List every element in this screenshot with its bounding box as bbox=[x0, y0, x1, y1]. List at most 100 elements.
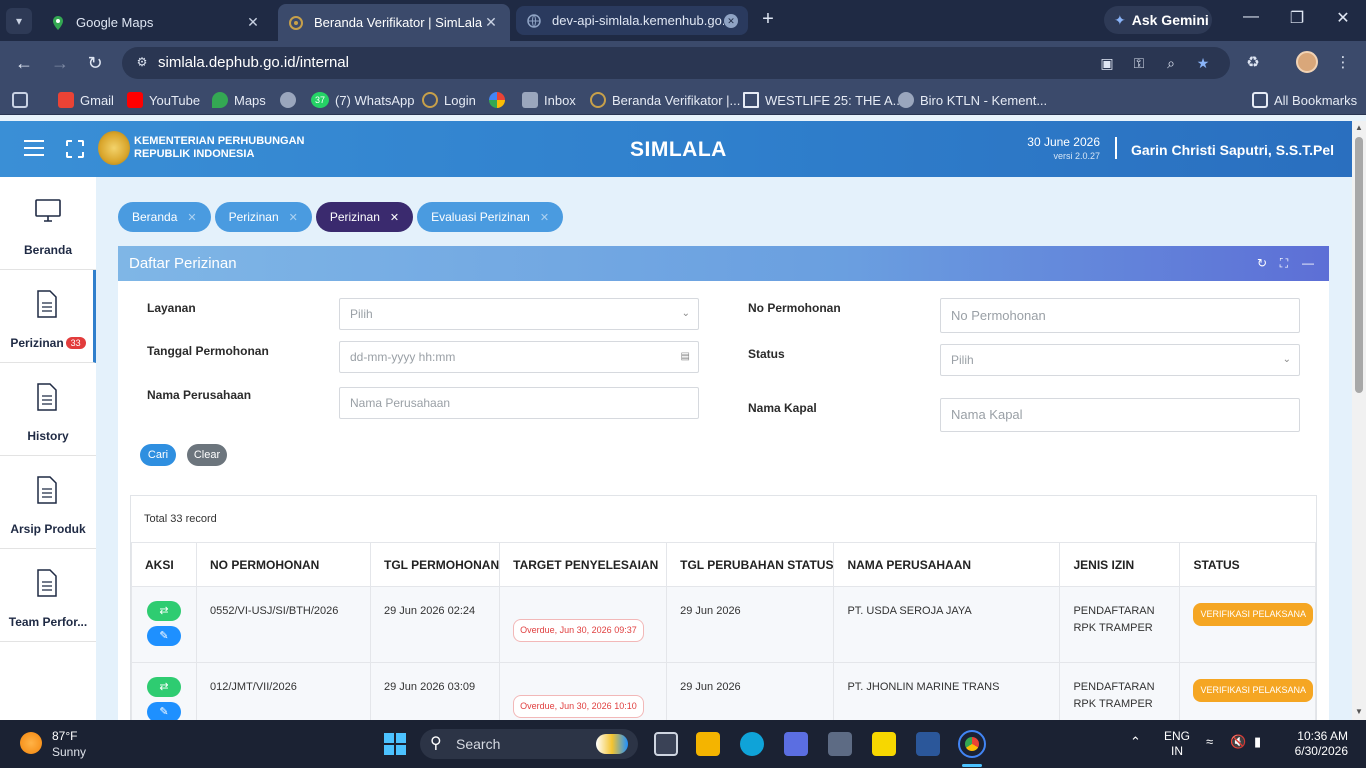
bookmark-biro-ktln[interactable]: Biro KTLN - Kement... bbox=[898, 91, 1047, 109]
file-explorer-icon[interactable] bbox=[696, 732, 720, 756]
volume-muted-icon[interactable]: 🔇 bbox=[1230, 734, 1246, 750]
bookmark-youtube[interactable]: YouTube bbox=[127, 91, 200, 109]
bookmark-beranda-verifikator[interactable]: Beranda Verifikator |... bbox=[590, 91, 740, 109]
edit-icon[interactable]: ✎ bbox=[147, 626, 181, 646]
transfer-icon[interactable]: ⇄ bbox=[147, 677, 181, 697]
windows-start-icon[interactable] bbox=[384, 733, 406, 755]
search-highlight-icon[interactable] bbox=[596, 734, 628, 754]
system-clock[interactable]: 10:36 AM 6/30/2026 bbox=[1278, 729, 1348, 759]
all-bookmarks[interactable]: All Bookmarks bbox=[1252, 91, 1357, 109]
expand-icon[interactable]: ⛶ bbox=[1278, 257, 1290, 269]
sidebar-item-team-performance[interactable]: Team Perfor... bbox=[0, 549, 96, 642]
tab-search-button[interactable]: ▾ bbox=[6, 8, 32, 34]
scroll-down-icon[interactable]: ▼ bbox=[1352, 707, 1366, 716]
bookmark-inbox[interactable]: Inbox bbox=[522, 91, 576, 109]
bookmark-pinwheel[interactable] bbox=[489, 91, 511, 109]
breadcrumb-perizinan[interactable]: Perizinan ✕ bbox=[214, 202, 312, 232]
forward-button[interactable]: → bbox=[48, 51, 72, 75]
key-icon[interactable]: ⚿ bbox=[1130, 55, 1148, 73]
menu-kebab-icon[interactable]: ⋮ bbox=[1332, 53, 1354, 75]
fullscreen-icon[interactable] bbox=[66, 140, 84, 158]
sidebar-item-perizinan[interactable]: Perizinan 33 bbox=[0, 270, 96, 363]
gmail-icon bbox=[58, 92, 74, 108]
weather-temp[interactable]: 87°F bbox=[52, 729, 77, 743]
page-scrollbar[interactable]: ▲ ▼ bbox=[1352, 121, 1366, 720]
close-icon[interactable]: ✕ bbox=[244, 14, 262, 31]
close-icon[interactable]: ✕ bbox=[482, 14, 500, 31]
transfer-icon[interactable]: ⇄ bbox=[147, 601, 181, 621]
status-badge: VERIFIKASI PELAKSANA bbox=[1193, 603, 1314, 626]
apps-grid-icon[interactable] bbox=[12, 91, 34, 109]
bookmark-star-icon[interactable]: ★ bbox=[1194, 55, 1212, 73]
nama-perusahaan-input[interactable]: Nama Perusahaan bbox=[339, 387, 699, 419]
maximize-button[interactable]: ❐ bbox=[1282, 8, 1312, 28]
wifi-icon[interactable]: ≈ bbox=[1206, 734, 1213, 749]
language-indicator[interactable]: ENG IN bbox=[1164, 729, 1190, 759]
address-bar[interactable]: ⚙ simlala.dephub.go.id/internal ▣ ⚿ ⌕ ★ bbox=[122, 47, 1230, 79]
nama-kapal-input[interactable]: Nama Kapal bbox=[940, 398, 1300, 432]
weather-condition[interactable]: Sunny bbox=[52, 745, 86, 759]
layanan-select[interactable]: Pilih ⌄ bbox=[339, 298, 699, 330]
tray-chevron-icon[interactable]: ⌃ bbox=[1130, 734, 1141, 750]
tab-google-maps[interactable]: Google Maps ✕ bbox=[40, 4, 272, 41]
close-icon[interactable]: ✕ bbox=[187, 211, 196, 224]
task-view-icon[interactable] bbox=[654, 732, 678, 756]
sun-icon[interactable] bbox=[20, 732, 42, 754]
simlala-favicon-icon bbox=[289, 15, 303, 30]
close-icon[interactable]: ✕ bbox=[390, 211, 399, 224]
sticky-notes-icon[interactable] bbox=[872, 732, 896, 756]
camera-icon[interactable] bbox=[828, 732, 852, 756]
status-select[interactable]: Pilih ⌄ bbox=[940, 344, 1300, 376]
no-permohonan-input[interactable]: No Permohonan bbox=[940, 298, 1300, 333]
sidebar-item-history[interactable]: History bbox=[0, 363, 96, 456]
clear-button[interactable]: Clear bbox=[187, 444, 227, 466]
tab-simlala[interactable]: Beranda Verifikator | SimLala ✕ bbox=[278, 4, 510, 41]
tab-dev-api[interactable]: dev-api-simlala.kemenhub.go.id ✕ bbox=[516, 6, 748, 35]
scroll-up-icon[interactable]: ▲ bbox=[1352, 123, 1366, 132]
site-info-icon[interactable]: ⚙ bbox=[134, 55, 150, 71]
maps-pin-icon bbox=[212, 92, 228, 108]
close-icon[interactable]: ✕ bbox=[724, 13, 738, 28]
results-table: AKSI NO PERMOHONAN TGL PERMOHONAN TARGET… bbox=[131, 542, 1316, 720]
battery-icon[interactable]: ▮ bbox=[1254, 734, 1261, 750]
refresh-icon[interactable]: ↻ bbox=[1256, 257, 1268, 269]
breadcrumb-evaluasi-perizinan[interactable]: Evaluasi Perizinan ✕ bbox=[417, 202, 564, 232]
close-icon[interactable]: ✕ bbox=[289, 211, 298, 224]
edge-icon[interactable] bbox=[740, 732, 764, 756]
ask-gemini-button[interactable]: ✦ Ask Gemini bbox=[1104, 6, 1212, 34]
minimize-button[interactable]: — bbox=[1236, 8, 1266, 26]
chrome-icon[interactable] bbox=[958, 730, 986, 758]
bookmark-whatsapp[interactable]: 37 (7) WhatsApp bbox=[311, 91, 414, 109]
scrollbar-thumb[interactable] bbox=[1355, 137, 1363, 393]
breadcrumb: Beranda ✕ Perizinan ✕ Perizinan ✕ Evaluasi … bbox=[118, 202, 567, 232]
back-button[interactable]: ← bbox=[12, 51, 36, 75]
sidebar-item-beranda[interactable]: Beranda bbox=[0, 177, 96, 270]
breadcrumb-beranda[interactable]: Beranda ✕ bbox=[118, 202, 211, 232]
new-tab-button[interactable]: + bbox=[758, 8, 778, 31]
close-icon[interactable]: ✕ bbox=[540, 211, 549, 224]
profile-avatar[interactable] bbox=[1296, 51, 1318, 73]
edit-icon[interactable]: ✎ bbox=[147, 702, 181, 720]
bookmark-maps[interactable]: Maps bbox=[212, 91, 266, 109]
close-window-button[interactable]: ✕ bbox=[1328, 8, 1358, 28]
youtube-icon bbox=[127, 92, 143, 108]
install-app-icon[interactable]: ▣ bbox=[1098, 55, 1116, 73]
sidebar-item-arsip-produk[interactable]: Arsip Produk bbox=[0, 456, 96, 549]
extensions-icon[interactable]: ♻ bbox=[1242, 53, 1264, 75]
breadcrumb-perizinan-active[interactable]: Perizinan ✕ bbox=[315, 202, 414, 232]
word-icon[interactable] bbox=[916, 732, 940, 756]
no-permohonan-label: No Permohonan bbox=[748, 301, 841, 315]
zoom-icon[interactable]: ⌕ bbox=[1162, 55, 1180, 73]
bookmark-westlife[interactable]: WESTLIFE 25: THE A... bbox=[743, 91, 903, 109]
no-permohonan-cell: 0552/VI-USJ/SI/BTH/2026 bbox=[196, 586, 371, 663]
collapse-icon[interactable]: — bbox=[1302, 257, 1314, 269]
cari-button[interactable]: Cari bbox=[140, 444, 176, 466]
hamburger-menu-icon[interactable] bbox=[24, 140, 44, 156]
user-name[interactable]: Garin Christi Saputri, S.S.T.Pel bbox=[1131, 142, 1334, 158]
bookmark-gmail[interactable]: Gmail bbox=[58, 91, 114, 109]
bookmark-login[interactable]: Login bbox=[422, 91, 476, 109]
bookmark-globe[interactable] bbox=[280, 91, 302, 109]
copilot-icon[interactable] bbox=[784, 732, 808, 756]
reload-button[interactable]: ↻ bbox=[83, 51, 107, 75]
tanggal-permohonan-input[interactable]: dd-mm-yyyy hh:mm ▤ bbox=[339, 341, 699, 373]
